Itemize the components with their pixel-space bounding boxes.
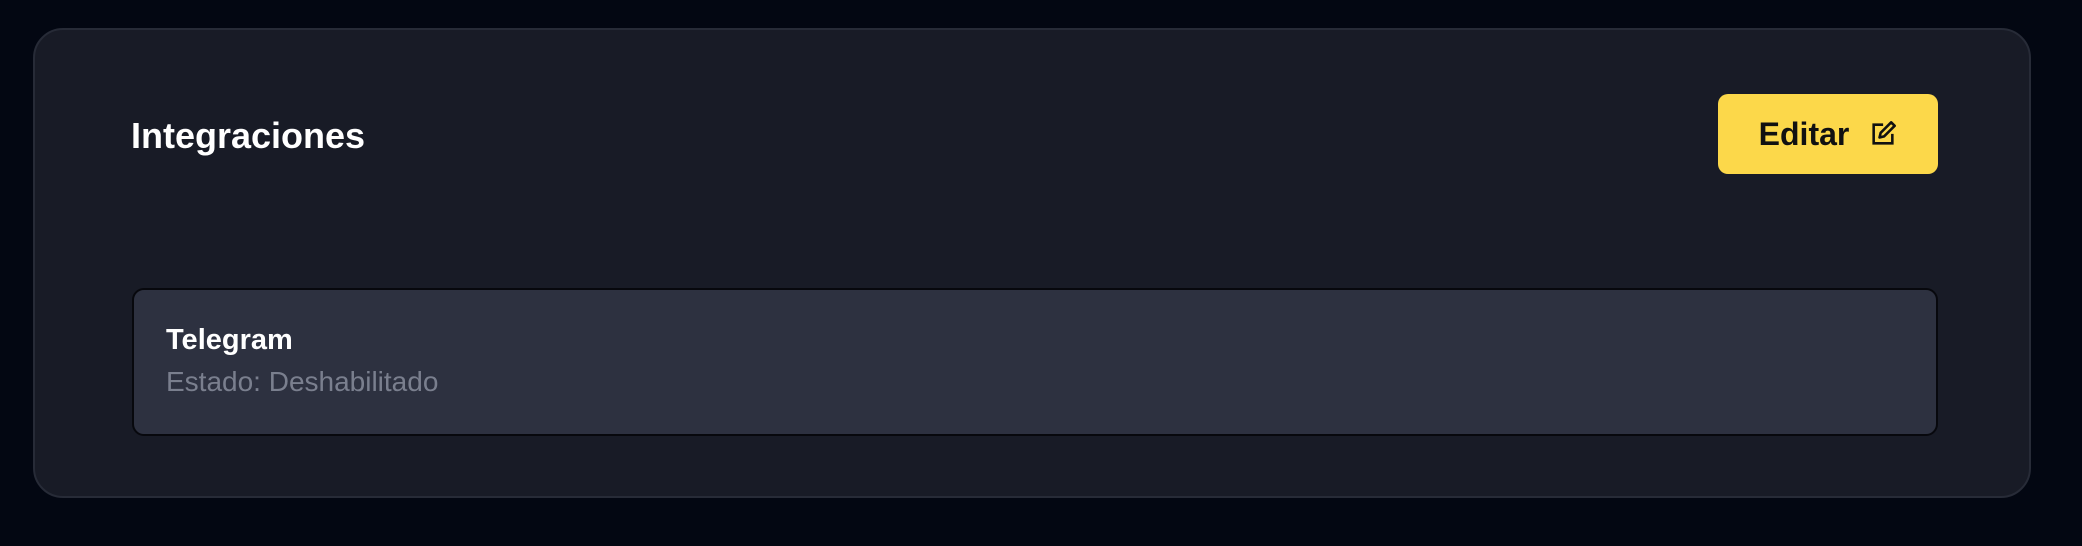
- integration-status: Estado: Deshabilitado: [166, 366, 439, 397]
- integrations-card: Integraciones Editar Telegram Estado: De…: [33, 28, 2031, 498]
- edit-icon: [1869, 120, 1897, 148]
- integration-name: Telegram: [166, 324, 293, 356]
- edit-button[interactable]: Editar: [1718, 94, 1938, 174]
- edit-button-label: Editar: [1758, 115, 1850, 152]
- section-title: Integraciones: [131, 115, 366, 156]
- integration-item-telegram: Telegram Estado: Deshabilitado: [132, 288, 1938, 436]
